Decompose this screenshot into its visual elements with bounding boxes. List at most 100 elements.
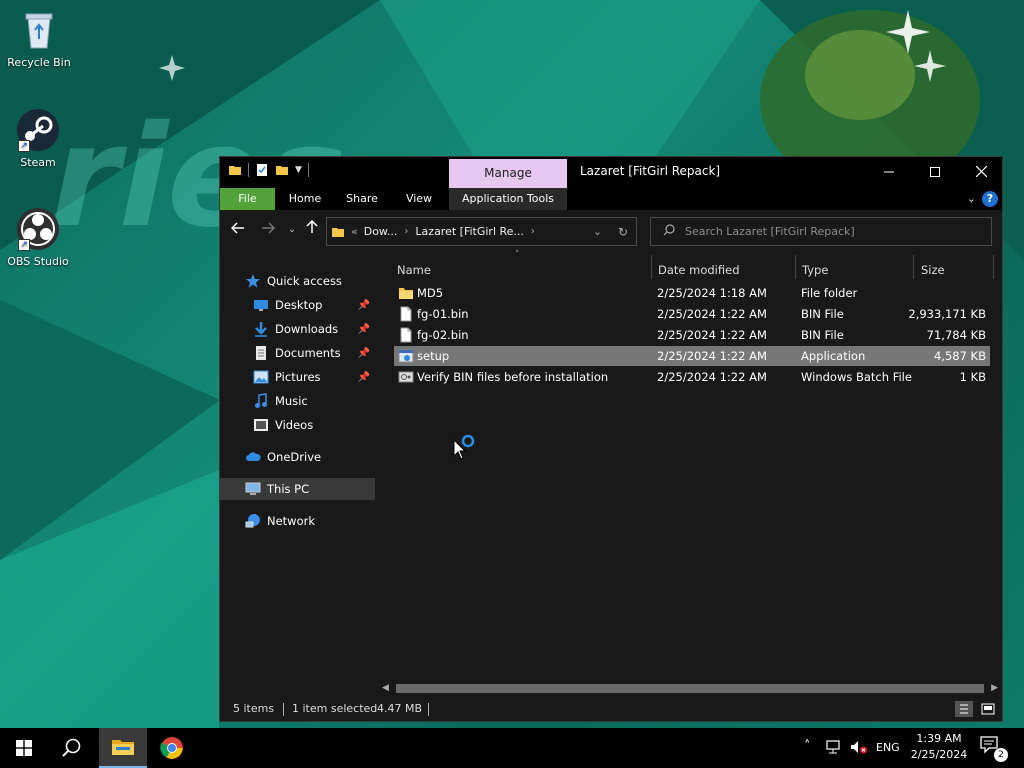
batch-file-icon xyxy=(398,369,414,385)
column-header-date-modified[interactable]: Date modified xyxy=(654,258,794,282)
file-size: 2,933,171 KB xyxy=(908,307,986,321)
star-icon xyxy=(245,273,261,289)
customize-toolbar-icon[interactable]: ▼ xyxy=(295,165,302,175)
nav-label: Pictures xyxy=(275,370,321,384)
tab-home[interactable]: Home xyxy=(283,188,327,210)
tab-share[interactable]: Share xyxy=(339,188,385,210)
file-explorer-icon xyxy=(112,740,134,755)
file-size: 4,587 KB xyxy=(933,349,986,363)
scroll-right-arrow-icon[interactable]: ▶ xyxy=(991,680,998,697)
file-name: fg-02.bin xyxy=(417,328,469,342)
pin-icon[interactable]: 📌 xyxy=(358,300,370,311)
horizontal-scrollbar[interactable]: ◀ ▶ xyxy=(378,680,1002,697)
nav-label: Videos xyxy=(275,418,314,432)
breadcrumb-chevron-icon[interactable]: › xyxy=(531,226,535,237)
column-divider[interactable] xyxy=(651,255,652,279)
network-status-icon[interactable] xyxy=(826,740,842,757)
scrollbar-thumb[interactable] xyxy=(396,684,984,693)
nav-documents[interactable]: Documents 📌 xyxy=(220,342,375,364)
status-selection: 1 item selected xyxy=(292,702,378,715)
desktop-icon-steam[interactable]: ↗ Steam xyxy=(0,108,76,169)
file-size: 71,784 KB xyxy=(926,328,986,342)
file-row-fg-01[interactable]: fg-01.bin 2/25/2024 1:22 AM BIN File 2,933,… xyxy=(394,304,990,324)
status-item-count: 5 items xyxy=(233,702,275,715)
scroll-left-arrow-icon[interactable]: ◀ xyxy=(382,680,389,697)
input-language[interactable]: ENG xyxy=(876,741,900,754)
obs-studio-icon: ↗ xyxy=(16,207,60,251)
file-row-setup[interactable]: setup 2/25/2024 1:22 AM Application 4,587 K… xyxy=(394,346,990,366)
column-header-name[interactable]: Name xyxy=(393,258,648,282)
search-icon xyxy=(663,224,675,239)
status-selection-size: 4.47 MB xyxy=(377,702,423,715)
nav-music[interactable]: Music xyxy=(220,390,375,412)
large-icons-view-button[interactable] xyxy=(979,701,997,717)
nav-network[interactable]: Network xyxy=(220,510,375,532)
tab-application-tools[interactable]: Application Tools xyxy=(449,188,567,210)
desktop-icon-obs-studio[interactable]: ↗ OBS Studio xyxy=(0,207,76,268)
details-view-icon xyxy=(960,704,968,714)
breadcrumb-chevron-icon[interactable]: › xyxy=(404,226,408,237)
breadcrumb-current-folder[interactable]: Lazaret [FitGirl Re... xyxy=(415,225,524,238)
address-bar[interactable]: « Dow... › Lazaret [FitGirl Re... › ⌄ ↻ xyxy=(326,217,637,246)
desktop-icon-recycle-bin[interactable]: Recycle Bin xyxy=(1,8,77,69)
shortcut-arrow-icon: ↗ xyxy=(18,140,30,152)
column-header-type[interactable]: Type xyxy=(798,258,912,282)
start-button[interactable] xyxy=(0,728,48,768)
expand-ribbon-icon[interactable]: ⌄ xyxy=(967,192,976,205)
column-header-size[interactable]: Size xyxy=(917,258,993,282)
file-type: File folder xyxy=(801,286,858,300)
tab-file[interactable]: File xyxy=(220,188,275,210)
tab-manage[interactable]: Manage xyxy=(449,159,567,188)
nav-pictures[interactable]: Pictures 📌 xyxy=(220,366,375,388)
search-box[interactable] xyxy=(650,217,992,246)
search-icon xyxy=(62,738,81,757)
properties-icon[interactable] xyxy=(255,163,269,177)
nav-onedrive[interactable]: OneDrive xyxy=(220,446,375,468)
network-icon xyxy=(245,513,261,529)
breadcrumb-downloads[interactable]: Dow... xyxy=(364,225,398,238)
details-view-button[interactable] xyxy=(955,701,973,717)
nav-videos[interactable]: Videos xyxy=(220,414,375,436)
address-dropdown-icon[interactable]: ⌄ xyxy=(593,225,602,238)
refresh-icon[interactable]: ↻ xyxy=(618,225,628,239)
search-input[interactable] xyxy=(685,225,975,238)
forward-button[interactable] xyxy=(258,220,278,240)
maximize-button[interactable] xyxy=(912,157,958,186)
file-date: 2/25/2024 1:22 AM xyxy=(657,370,767,384)
desktop-icon-label: Steam xyxy=(20,156,56,169)
show-hidden-icons-chevron-icon[interactable]: ˄ xyxy=(804,739,811,754)
nav-downloads[interactable]: Downloads 📌 xyxy=(220,318,375,340)
title-bar[interactable]: ▼ Manage Lazaret [FitGirl Repack] xyxy=(220,157,1002,188)
taskbar-file-explorer[interactable] xyxy=(99,728,147,768)
nav-desktop[interactable]: Desktop 📌 xyxy=(220,294,375,316)
column-divider[interactable] xyxy=(993,255,994,279)
file-row-verify-bin[interactable]: Verify BIN files before installation 2/25… xyxy=(394,367,990,387)
up-button[interactable] xyxy=(302,219,322,240)
back-button[interactable] xyxy=(228,220,248,240)
pin-icon[interactable]: 📌 xyxy=(358,372,370,383)
column-divider[interactable] xyxy=(795,255,796,279)
help-button[interactable]: ? xyxy=(982,191,998,207)
recent-locations-button[interactable]: ⌄ xyxy=(282,220,302,240)
download-icon xyxy=(253,321,269,337)
tab-view[interactable]: View xyxy=(397,188,441,210)
new-folder-icon[interactable] xyxy=(275,163,289,177)
pin-icon[interactable]: 📌 xyxy=(358,348,370,359)
nav-this-pc[interactable]: This PC xyxy=(220,478,375,500)
file-row-fg-02[interactable]: fg-02.bin 2/25/2024 1:22 AM BIN File 71,784… xyxy=(394,325,990,345)
clock[interactable]: 1:39 AM 2/25/2024 xyxy=(908,731,970,763)
folder-icon xyxy=(228,163,242,177)
nav-quick-access[interactable]: Quick access xyxy=(220,270,375,292)
file-row-md5[interactable]: MD5 2/25/2024 1:18 AM File folder xyxy=(394,283,990,303)
breadcrumb-overflow[interactable]: « xyxy=(351,225,358,238)
minimize-button[interactable] xyxy=(866,157,912,186)
column-divider[interactable] xyxy=(913,255,914,279)
search-button[interactable] xyxy=(48,728,96,768)
volume-muted-icon[interactable] xyxy=(850,740,868,757)
taskbar-chrome[interactable] xyxy=(148,728,196,768)
pin-icon[interactable]: 📌 xyxy=(358,324,370,335)
action-center-button[interactable]: 2 xyxy=(980,736,1008,762)
file-name: Verify BIN files before installation xyxy=(417,370,609,384)
file-date: 2/25/2024 1:22 AM xyxy=(657,307,767,321)
close-button[interactable] xyxy=(958,157,1004,186)
